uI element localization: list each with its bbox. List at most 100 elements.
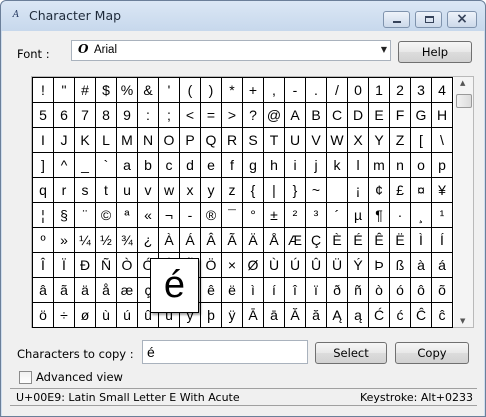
- character-cell[interactable]: Í: [431, 227, 453, 253]
- character-cell[interactable]: ñ: [347, 277, 369, 303]
- character-cell[interactable]: î: [284, 277, 306, 303]
- character-cell[interactable]: ?: [242, 102, 264, 128]
- character-cell[interactable]: q: [32, 177, 54, 203]
- character-cell[interactable]: Ý: [347, 252, 369, 278]
- character-cell[interactable]: &: [137, 77, 159, 103]
- character-cell[interactable]: \: [431, 127, 453, 153]
- character-cell[interactable]: ù: [95, 302, 117, 328]
- character-cell[interactable]: 2: [389, 77, 411, 103]
- character-cell[interactable]: É: [347, 227, 369, 253]
- character-cell[interactable]: ß: [389, 252, 411, 278]
- character-cell[interactable]: ¡: [347, 177, 369, 203]
- character-cell[interactable]: Ù: [263, 252, 285, 278]
- character-cell[interactable]: Ê: [368, 227, 390, 253]
- character-cell[interactable]: Ä: [242, 227, 264, 253]
- character-cell[interactable]: {: [242, 177, 264, 203]
- character-cell[interactable]: e: [200, 152, 222, 178]
- character-cell[interactable]: -: [179, 202, 201, 228]
- grid-scrollbar[interactable]: ▲ ▼: [454, 77, 473, 327]
- character-cell[interactable]: â: [32, 277, 54, 303]
- character-cell[interactable]: Æ: [284, 227, 306, 253]
- maximize-button[interactable]: [415, 11, 442, 28]
- title-bar[interactable]: A Character Map ×: [1, 1, 485, 31]
- character-cell[interactable]: L: [95, 127, 117, 153]
- character-cell[interactable]: ¼: [74, 227, 96, 253]
- character-cell[interactable]: y: [200, 177, 222, 203]
- character-cell[interactable]: ¶: [368, 202, 390, 228]
- character-cell[interactable]: s: [74, 177, 96, 203]
- character-cell[interactable]: í: [263, 277, 285, 303]
- scroll-down-icon[interactable]: ▼: [460, 317, 465, 325]
- character-cell[interactable]: ï: [305, 277, 327, 303]
- character-cell[interactable]: Å: [263, 227, 285, 253]
- character-cell[interactable]: T: [263, 127, 285, 153]
- character-cell[interactable]: ª: [116, 202, 138, 228]
- character-cell[interactable]: õ: [431, 277, 453, 303]
- character-cell[interactable]: ¬: [158, 202, 180, 228]
- character-cell[interactable]: È: [326, 227, 348, 253]
- character-cell[interactable]: Ă: [284, 302, 306, 328]
- character-cell[interactable]: ð: [326, 277, 348, 303]
- advanced-view-checkbox[interactable]: [19, 371, 32, 384]
- character-cell[interactable]: ·: [389, 202, 411, 228]
- character-cell[interactable]: ¨: [74, 202, 96, 228]
- character-cell[interactable]: *: [221, 77, 243, 103]
- character-cell[interactable]: z: [221, 177, 243, 203]
- character-cell[interactable]: ú: [116, 302, 138, 328]
- character-cell[interactable]: ´: [326, 202, 348, 228]
- character-cell[interactable]: #: [74, 77, 96, 103]
- character-cell[interactable]: ¥: [431, 177, 453, 203]
- character-cell[interactable]: Ĉ: [410, 302, 432, 328]
- character-cell[interactable]: µ: [347, 202, 369, 228]
- character-cell[interactable]: à: [410, 252, 432, 278]
- character-cell[interactable]: S: [242, 127, 264, 153]
- character-cell[interactable]: F: [389, 102, 411, 128]
- character-cell[interactable]: Ð: [74, 252, 96, 278]
- character-cell[interactable]: Ñ: [95, 252, 117, 278]
- select-button[interactable]: Select: [315, 342, 387, 364]
- character-cell[interactable]: a: [116, 152, 138, 178]
- character-cell[interactable]: ¦: [32, 202, 54, 228]
- character-cell[interactable]: º: [32, 227, 54, 253]
- character-cell[interactable]: h: [263, 152, 285, 178]
- character-cell[interactable]: N: [137, 127, 159, 153]
- character-cell[interactable]: i: [284, 152, 306, 178]
- character-cell[interactable]: ¹: [431, 202, 453, 228]
- character-cell[interactable]: Ï: [53, 252, 75, 278]
- character-cell[interactable]: ½: [95, 227, 117, 253]
- character-cell[interactable]: $: [95, 77, 117, 103]
- character-cell[interactable]: 3: [410, 77, 432, 103]
- character-cell[interactable]: p: [431, 152, 453, 178]
- scrollbar-thumb[interactable]: [456, 94, 472, 108]
- character-cell[interactable]: m: [368, 152, 390, 178]
- character-cell[interactable]: ]: [32, 152, 54, 178]
- character-cell[interactable]: Û: [305, 252, 327, 278]
- character-cell[interactable]: ¿: [137, 227, 159, 253]
- character-cell[interactable]: d: [179, 152, 201, 178]
- character-cell[interactable]: Ë: [389, 227, 411, 253]
- character-cell[interactable]: w: [158, 177, 180, 203]
- character-cell[interactable]: ): [200, 77, 222, 103]
- character-cell[interactable]: Y: [368, 127, 390, 153]
- character-cell[interactable]: ~: [305, 177, 327, 203]
- character-cell[interactable]: ¸: [410, 202, 432, 228]
- character-cell[interactable]: £: [389, 177, 411, 203]
- chevron-down-icon[interactable]: ▼: [381, 45, 387, 54]
- character-cell[interactable]: Á: [179, 227, 201, 253]
- character-cell[interactable]: =: [200, 102, 222, 128]
- character-cell[interactable]: ÷: [53, 302, 75, 328]
- character-cell[interactable]: ê: [200, 277, 222, 303]
- character-cell[interactable]: B: [305, 102, 327, 128]
- character-cell[interactable]: r: [53, 177, 75, 203]
- character-cell[interactable]: 8: [95, 102, 117, 128]
- character-cell[interactable]: Ü: [326, 252, 348, 278]
- character-cell[interactable]: Ā: [242, 302, 264, 328]
- character-cell[interactable]: ³: [305, 202, 327, 228]
- character-cell[interactable]: _: [74, 152, 96, 178]
- character-cell[interactable]: »: [53, 227, 75, 253]
- character-cell[interactable]: «: [137, 202, 159, 228]
- character-cell[interactable]: ą: [347, 302, 369, 328]
- character-cell[interactable]: ×: [221, 252, 243, 278]
- character-cell[interactable]: ¢: [368, 177, 390, 203]
- character-cell[interactable]: Þ: [368, 252, 390, 278]
